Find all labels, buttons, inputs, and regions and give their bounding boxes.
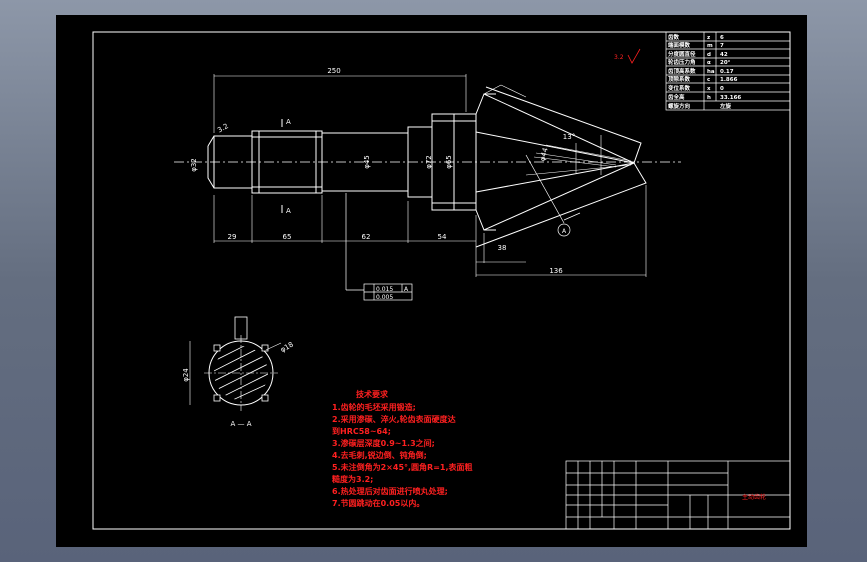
dim-seg1: 29 [228, 233, 237, 241]
param-sym-7: x [707, 86, 711, 92]
param-val-7: 0 [720, 86, 724, 92]
section-view-label: A — A [230, 420, 251, 428]
param-name-8: 齿全高 [668, 93, 685, 101]
param-val-2: 7 [720, 43, 724, 49]
param-sym-5: ha [707, 69, 715, 75]
tol-row1: 0.015 [376, 286, 393, 293]
callout-a [525, 154, 581, 237]
tech-req-title: 技术要求 [356, 389, 389, 399]
dim-sec-dia2: φ24 [182, 368, 190, 382]
param-name-9: 螺旋方向 [668, 102, 691, 110]
section-view [189, 316, 282, 411]
dim-seg4: 54 [438, 233, 447, 241]
tol-row2: 0.005 [376, 294, 393, 301]
param-name-6: 顶隙系数 [668, 75, 691, 83]
param-val-1: 6 [720, 35, 724, 41]
tech-req-line-1: 1.齿轮的毛坯采用锻造; [332, 402, 416, 412]
part-name: 主动齿轮 [742, 493, 766, 501]
param-name-3: 分度圆直径 [668, 50, 696, 58]
cad-drawing-canvas: 250 29 65 62 54 38 136 φ32 φ45 φ72 φ65 φ… [56, 15, 807, 547]
tolerance-frame [345, 193, 413, 301]
param-val-4: 20° [720, 60, 731, 66]
dim-seg2: 65 [283, 233, 292, 241]
dim-ra: 3.2 [216, 122, 230, 134]
section-mark-top: A [286, 118, 291, 126]
tech-req-line-6: 5.未注倒角为2×45°,圆角R=1,表面粗 [332, 462, 473, 472]
dim-overall: 250 [327, 67, 340, 75]
param-val-3: 42 [720, 52, 728, 58]
param-val-6: 1.866 [720, 77, 738, 83]
dim-cone: 136 [549, 267, 563, 275]
drawing-svg: 250 29 65 62 54 38 136 φ32 φ45 φ72 φ65 φ… [92, 31, 791, 530]
roughness-label: 3.2 [614, 54, 624, 61]
dim-dia-big: φ72 [425, 155, 433, 169]
param-val-8: 33.166 [720, 95, 741, 101]
param-name-2: 端面模数 [668, 41, 691, 49]
tech-req-line-5: 4.去毛刺,锐边倒、钝角倒; [332, 450, 427, 460]
param-table-text: 齿数 z 6 端面模数 m 7 分度圆直径 d 42 轮齿压力角 α 20° 齿… [668, 33, 741, 110]
param-name-5: 齿顶高系数 [668, 67, 696, 75]
tech-req-line-7: 糙度为3.2; [332, 474, 373, 484]
param-name-1: 齿数 [668, 33, 680, 41]
dim-sec-dia: φ18 [279, 340, 295, 354]
dim-dia-f: φ44 [538, 146, 549, 162]
tech-requirements: 技术要求 1.齿轮的毛坯采用锻造; 2.采用渗碳、淬火,轮齿表面硬度达 到HRC… [332, 389, 473, 508]
param-val-9: 左旋 [719, 102, 732, 110]
dim-angle: 13° [563, 133, 575, 141]
tech-req-line-9: 7.节圆跳动在0.05以内。 [332, 498, 424, 508]
dim-seg3: 62 [362, 233, 371, 241]
tech-req-line-2: 2.采用渗碳、淬火,轮齿表面硬度达 [332, 414, 456, 424]
tech-req-line-8: 6.热处理后对齿面进行喷丸处理; [332, 486, 448, 496]
param-sym-2: m [707, 43, 713, 49]
param-val-5: 0.17 [720, 69, 734, 75]
dim-dia-left: φ32 [190, 158, 198, 172]
param-name-7: 变位系数 [668, 84, 691, 92]
window-background: 250 29 65 62 54 38 136 φ32 φ45 φ72 φ65 φ… [0, 0, 867, 562]
callout-label: A [562, 228, 567, 235]
tech-req-line-3: 到HRC58~64; [332, 426, 391, 436]
section-mark-bottom: A [286, 207, 291, 215]
param-name-4: 轮齿压力角 [668, 58, 696, 66]
param-sym-3: d [707, 52, 711, 58]
dim-dia-e: φ65 [445, 155, 453, 169]
param-sym-1: z [707, 35, 710, 41]
param-sym-8: h [707, 95, 711, 101]
title-block-text: 主动齿轮 [742, 493, 766, 501]
dim-seg5: 38 [498, 244, 507, 252]
dim-dia-mid: φ45 [363, 155, 371, 169]
dimension-lines [213, 74, 647, 277]
param-sym-6: c [707, 77, 710, 83]
tolerance-texts: 0.015 A 0.005 [376, 286, 409, 301]
tech-req-line-4: 3.渗碳层深度0.9~1.3之间; [332, 438, 435, 448]
roughness-symbol-icon: 3.2 [614, 48, 641, 64]
param-sym-4: α [707, 60, 711, 66]
